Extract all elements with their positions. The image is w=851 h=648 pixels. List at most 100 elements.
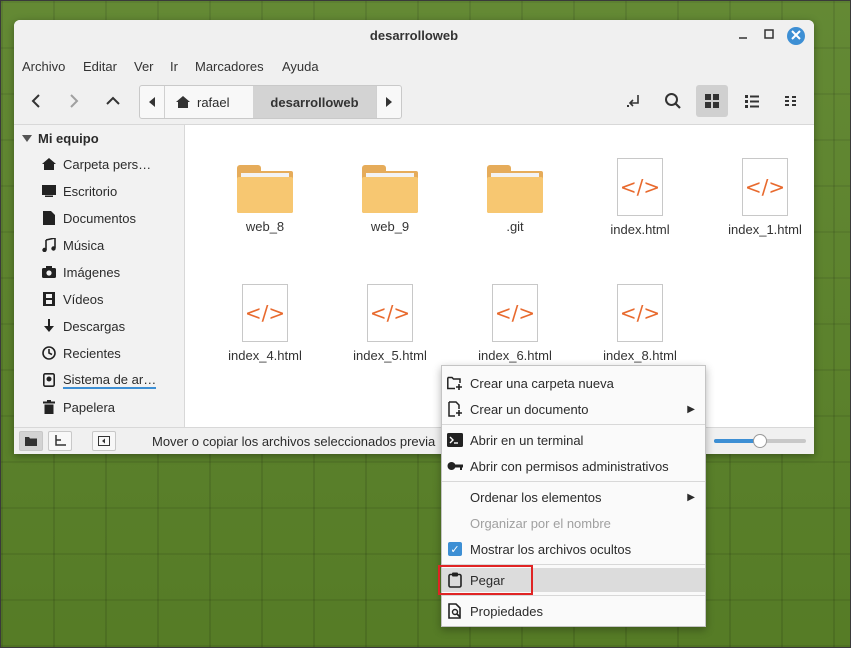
breadcrumb-right-arrow[interactable]	[376, 86, 401, 118]
file-name: index_5.html	[353, 348, 427, 363]
file-name: .git	[506, 219, 524, 234]
list-view-button[interactable]	[736, 85, 768, 117]
checkbox-icon[interactable]: ✓	[447, 541, 463, 557]
breadcrumb-current[interactable]: desarrolloweb	[253, 86, 376, 118]
location-toggle-button[interactable]	[618, 85, 650, 117]
menu-item-mostrar-ocultos[interactable]: ✓ Mostrar los archivos ocultos	[442, 537, 705, 561]
camera-icon	[42, 265, 56, 279]
zoom-knob[interactable]	[753, 434, 767, 448]
breadcrumb-left-arrow[interactable]	[140, 86, 165, 118]
folder-icon	[362, 163, 418, 213]
menu-item-crear-documento[interactable]: Crear un documento ▶	[442, 397, 705, 421]
sidebar-item-recientes[interactable]: Recientes	[42, 343, 121, 363]
folder-icon	[25, 437, 37, 446]
menu-item-crear-carpeta[interactable]: Crear una carpeta nueva	[442, 371, 705, 395]
sidebar-item-sistema-de-archivos[interactable]: Sistema de ar…	[42, 370, 157, 390]
file-item[interactable]: </> index_5.html	[335, 284, 445, 363]
zoom-slider[interactable]	[714, 434, 806, 448]
sidebar-item-papelera[interactable]: Papelera	[42, 397, 115, 417]
status-text: Mover o copiar los archivos seleccionado…	[152, 434, 436, 449]
menu-item-label: Organizar por el nombre	[470, 515, 611, 531]
menu-item-propiedades[interactable]: Propiedades	[442, 599, 705, 623]
icon-view-button[interactable]	[696, 85, 728, 117]
menu-item-organizar-nombre: Organizar por el nombre	[442, 511, 705, 535]
back-button[interactable]	[20, 85, 52, 117]
submenu-arrow-icon: ▶	[687, 491, 695, 503]
html-file-icon: </>	[242, 284, 288, 342]
close-button[interactable]	[787, 27, 805, 45]
show-tree-button[interactable]	[48, 431, 72, 451]
minimize-button[interactable]	[734, 27, 752, 45]
folder-item[interactable]: web_8	[210, 163, 320, 234]
search-button[interactable]	[657, 85, 689, 117]
menu-ver[interactable]: Ver	[134, 59, 154, 74]
sidebar-item-videos[interactable]: Vídeos	[42, 289, 103, 309]
file-name: index_1.html	[728, 222, 802, 237]
html-file-icon: </>	[617, 284, 663, 342]
key-icon	[447, 458, 463, 474]
submenu-arrow-icon: ▶	[687, 403, 695, 415]
menu-item-abrir-terminal[interactable]: Abrir en un terminal	[442, 428, 705, 452]
folder-item[interactable]: web_9	[335, 163, 445, 234]
compact-view-icon	[785, 96, 796, 106]
folder-item[interactable]: .git	[460, 163, 570, 234]
file-name: web_8	[245, 219, 285, 234]
breadcrumb: rafael desarrolloweb	[139, 85, 402, 119]
home-icon	[42, 157, 56, 171]
triangle-down-icon	[22, 134, 32, 142]
hide-sidebar-button[interactable]	[92, 431, 116, 451]
file-item[interactable]: </> index_8.html	[585, 284, 695, 363]
menu-item-label: Abrir en un terminal	[470, 432, 584, 448]
new-document-icon	[447, 401, 463, 417]
menu-item-abrir-admin[interactable]: Abrir con permisos administrativos	[442, 454, 705, 478]
menu-item-ordenar[interactable]: Ordenar los elementos ▶	[442, 485, 705, 509]
maximize-button[interactable]	[760, 27, 778, 45]
sidebar-item-carpeta-personal[interactable]: Carpeta pers…	[42, 154, 151, 174]
sidebar-scrollbar[interactable]	[14, 419, 184, 427]
sidebar-section-mi-equipo[interactable]: Mi equipo	[22, 131, 99, 146]
menu-archivo[interactable]: Archivo	[22, 59, 65, 74]
forward-button[interactable]	[58, 85, 90, 117]
sidebar-item-label: Escritorio	[63, 183, 118, 199]
compact-view-button[interactable]	[775, 85, 807, 117]
triangle-right-icon	[386, 97, 392, 107]
sidebar-item-label: Recientes	[63, 345, 121, 361]
sidebar-toggle-icon	[98, 436, 110, 446]
menu-ayuda[interactable]: Ayuda	[282, 59, 319, 74]
sidebar: Mi equipo Carpeta pers… Escritorio Docum…	[14, 125, 185, 427]
chevron-up-icon	[106, 96, 120, 105]
download-icon	[42, 319, 56, 333]
file-item[interactable]: </> index_4.html	[210, 284, 320, 363]
menu-bar: Archivo Editar Ver Ir Marcadores Ayuda	[14, 52, 814, 78]
sidebar-item-imagenes[interactable]: Imágenes	[42, 262, 120, 282]
sidebar-item-documentos[interactable]: Documentos	[42, 208, 136, 228]
sidebar-item-label: Descargas	[63, 318, 126, 334]
breadcrumb-home-label: rafael	[197, 94, 230, 110]
show-places-button[interactable]	[19, 431, 43, 451]
html-file-icon: </>	[742, 158, 788, 216]
file-item[interactable]: </> index.html	[585, 158, 695, 237]
html-file-icon: </>	[492, 284, 538, 342]
breadcrumb-home[interactable]: rafael	[165, 86, 253, 118]
window-title: desarrolloweb	[369, 28, 459, 43]
menu-ir[interactable]: Ir	[170, 59, 178, 74]
home-icon	[176, 96, 190, 108]
menu-marcadores[interactable]: Marcadores	[195, 59, 264, 74]
up-button[interactable]	[97, 85, 129, 117]
file-item[interactable]: </> index_1.html	[710, 158, 814, 237]
menu-item-label: Mostrar los archivos ocultos	[470, 541, 632, 557]
menu-separator	[442, 595, 705, 596]
menu-item-label: Crear un documento	[470, 401, 589, 417]
sidebar-item-escritorio[interactable]: Escritorio	[42, 181, 117, 201]
minimize-icon	[739, 37, 747, 39]
toolbar: rafael desarrolloweb	[14, 78, 814, 125]
file-item[interactable]: </> index_6.html	[460, 284, 570, 363]
sidebar-item-musica[interactable]: Música	[42, 235, 104, 255]
html-file-icon: </>	[367, 284, 413, 342]
folder-icon	[237, 163, 293, 213]
chevron-left-icon	[31, 94, 40, 108]
sidebar-item-descargas[interactable]: Descargas	[42, 316, 125, 336]
maximize-icon	[764, 29, 774, 39]
film-icon	[42, 292, 56, 306]
menu-editar[interactable]: Editar	[83, 59, 117, 74]
